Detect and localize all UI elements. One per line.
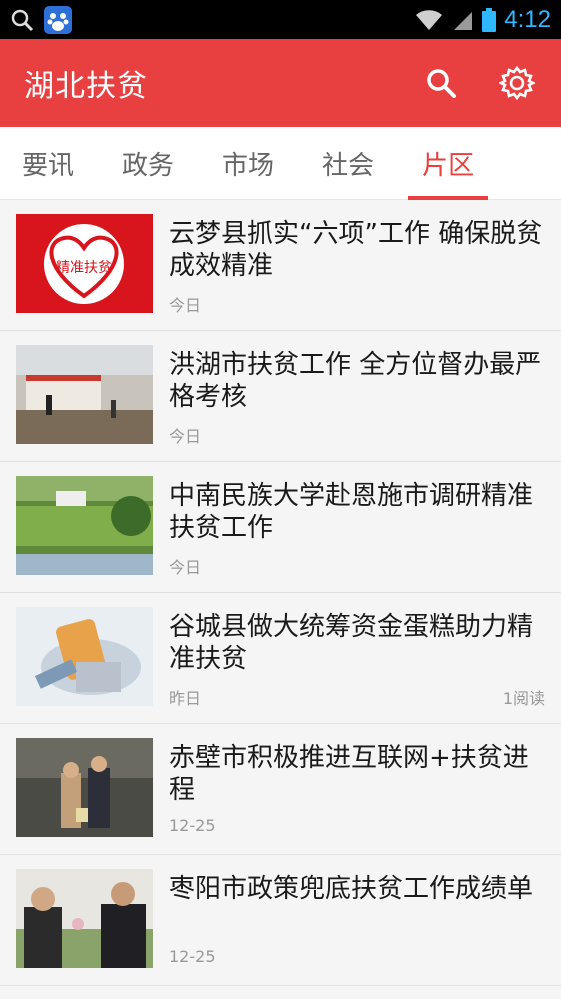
article-thumbnail	[16, 607, 153, 706]
article-thumbnail	[16, 869, 153, 968]
article-meta: 12-25	[169, 816, 545, 835]
gear-icon	[499, 65, 535, 101]
article-date: 昨日	[169, 689, 202, 708]
status-left	[10, 5, 72, 34]
list-item[interactable]: 中南民族大学赴恩施市调研精准扶贫工作 今日	[0, 462, 561, 593]
category-tabs: 要讯 政务 市场 社会 片区	[0, 127, 561, 200]
tab-zhengwu[interactable]: 政务	[108, 127, 188, 200]
article-meta: 今日	[169, 292, 545, 316]
list-item[interactable]: 枣阳市政策兜底扶贫工作成绩单 12-25	[0, 855, 561, 986]
article-title: 枣阳市政策兜底扶贫工作成绩单	[169, 874, 534, 904]
search-icon	[427, 69, 456, 98]
list-item[interactable]: 谷城县做大统筹资金蛋糕助力精准扶贫 昨日 1阅读	[0, 593, 561, 724]
baidu-app-icon	[44, 5, 72, 34]
article-title: 赤壁市积极推进互联网+扶贫进程	[169, 743, 529, 805]
wifi-icon	[416, 9, 443, 30]
battery-icon	[482, 7, 497, 32]
article-reads: 1阅读	[502, 689, 545, 708]
list-item[interactable]: 洪湖市扶贫工作 全方位督办最严格考核 今日	[0, 331, 561, 462]
article-title: 谷城县做大统筹资金蛋糕助力精准扶贫	[169, 612, 534, 674]
article-title: 中南民族大学赴恩施市调研精准扶贫工作	[169, 481, 534, 543]
clock: 4:12	[504, 5, 551, 33]
article-date: 今日	[169, 427, 202, 446]
article-body: 谷城县做大统筹资金蛋糕助力精准扶贫 昨日 1阅读	[169, 607, 545, 709]
article-date: 12-25	[169, 947, 216, 966]
app-bar: 湖北扶贫	[0, 39, 561, 127]
list-item[interactable]: 精准扶贫 云梦县抓实“六项”工作 确保脱贫成效精准 今日	[0, 200, 561, 331]
article-thumbnail	[16, 345, 153, 444]
article-title: 洪湖市扶贫工作 全方位督办最严格考核	[169, 350, 542, 412]
article-thumbnail	[16, 476, 153, 575]
app-bar-actions	[421, 63, 537, 103]
article-meta: 12-25	[169, 947, 545, 966]
settings-button[interactable]	[497, 63, 537, 103]
status-right: 4:12	[414, 6, 551, 34]
article-body: 中南民族大学赴恩施市调研精准扶贫工作 今日	[169, 476, 545, 578]
article-meta: 今日	[169, 554, 545, 578]
article-list: 精准扶贫 云梦县抓实“六项”工作 确保脱贫成效精准 今日 洪湖市扶贫工作 全方位…	[0, 200, 561, 986]
article-title: 云梦县抓实“六项”工作 确保脱贫成效精准	[169, 219, 543, 281]
signal-icon	[454, 11, 473, 30]
article-body: 云梦县抓实“六项”工作 确保脱贫成效精准 今日	[169, 214, 545, 316]
article-date: 今日	[169, 296, 202, 315]
article-meta: 昨日 1阅读	[169, 685, 545, 709]
article-body: 赤壁市积极推进互联网+扶贫进程 12-25	[169, 738, 545, 835]
article-meta: 今日	[169, 423, 545, 447]
tab-pianqu[interactable]: 片区	[408, 127, 489, 200]
tab-shehui[interactable]: 社会	[308, 127, 388, 200]
tab-shichang[interactable]: 市场	[208, 127, 288, 200]
app-title: 湖北扶贫	[24, 69, 148, 104]
search-button[interactable]	[421, 63, 461, 103]
article-thumbnail: 精准扶贫	[16, 214, 153, 313]
article-thumbnail	[16, 738, 153, 837]
thumb-logo-text: 精准扶贫	[56, 260, 112, 276]
list-item[interactable]: 赤壁市积极推进互联网+扶贫进程 12-25	[0, 724, 561, 855]
article-date: 今日	[169, 558, 202, 577]
article-body: 洪湖市扶贫工作 全方位督办最严格考核 今日	[169, 345, 545, 447]
article-body: 枣阳市政策兜底扶贫工作成绩单 12-25	[169, 869, 545, 966]
tab-yaoxun[interactable]: 要讯	[8, 127, 88, 200]
article-date: 12-25	[169, 816, 216, 835]
search-icon	[11, 9, 34, 31]
status-bar: 4:12	[0, 0, 561, 39]
